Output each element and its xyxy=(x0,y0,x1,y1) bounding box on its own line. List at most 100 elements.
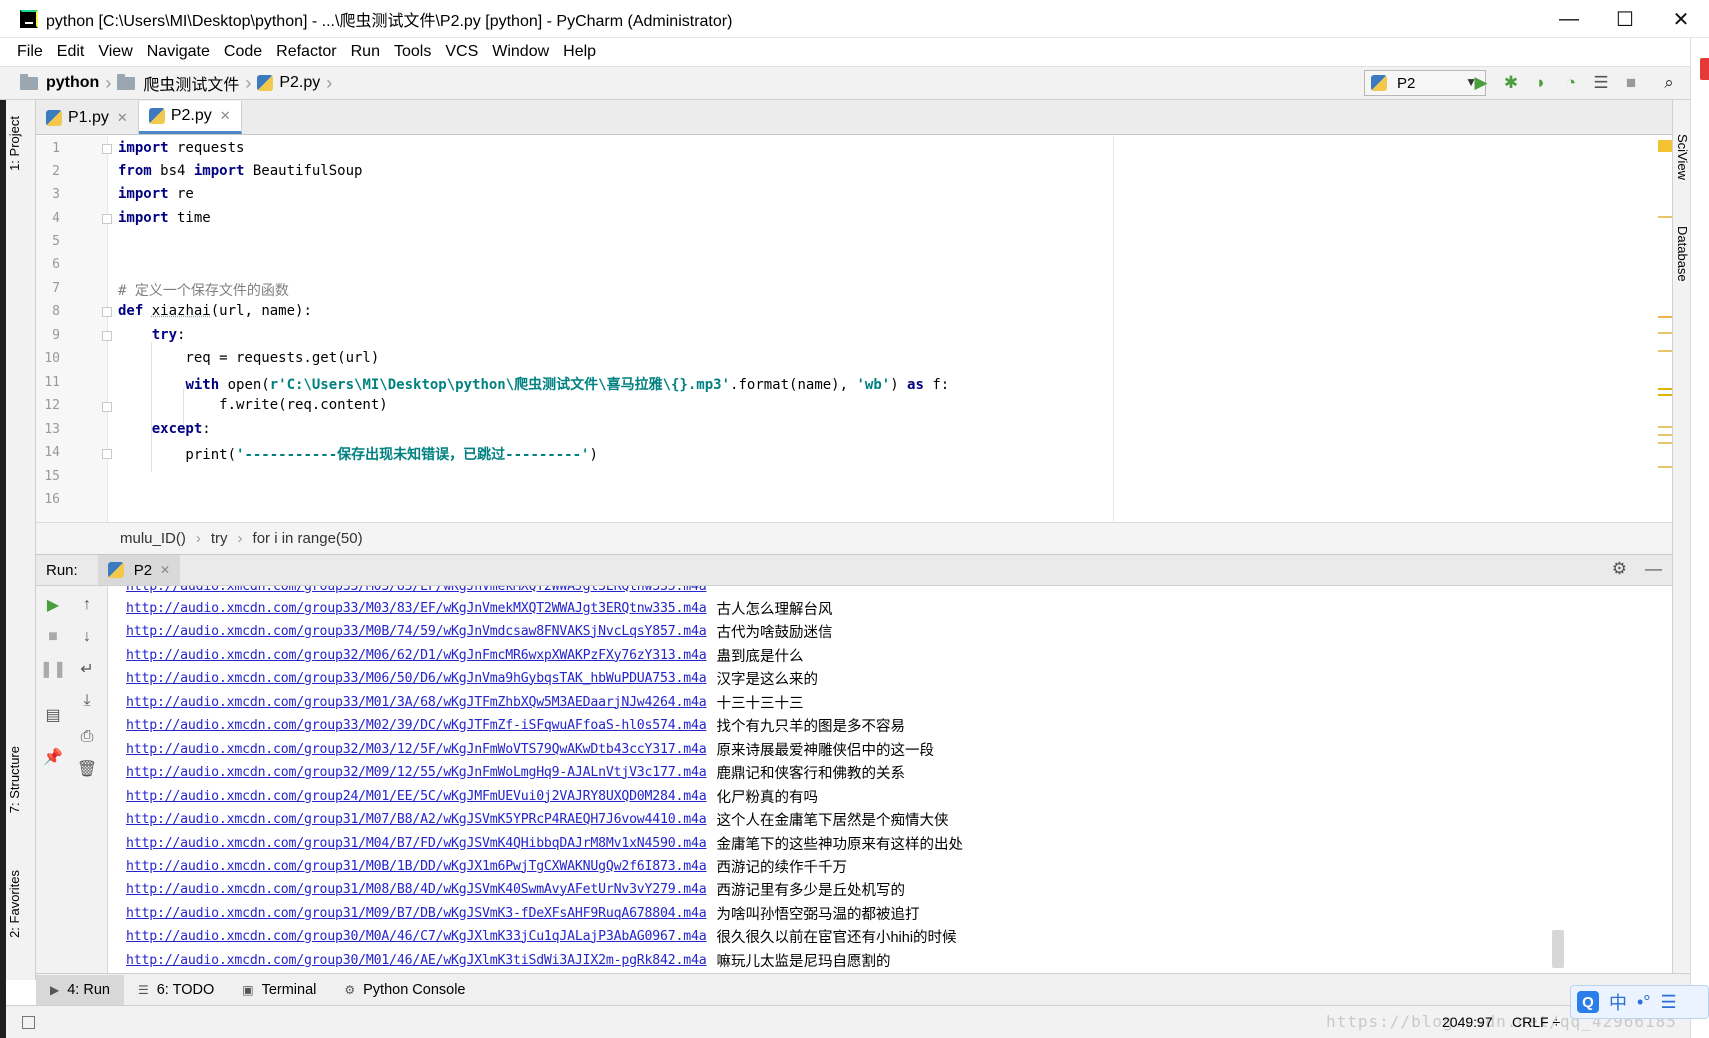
fold-marker-icon[interactable] xyxy=(102,402,112,412)
breadcrumb-function[interactable]: mulu_ID() xyxy=(120,530,186,547)
stripe-mark[interactable] xyxy=(1658,442,1672,444)
menu-view[interactable]: View xyxy=(98,43,132,61)
menu-navigate[interactable]: Navigate xyxy=(147,43,210,61)
console-link[interactable]: http://audio.xmcdn.com/group31/M0B/1B/DD… xyxy=(126,859,707,874)
console-text: 十三十三十三 xyxy=(716,695,804,712)
console-link[interactable]: http://audio.xmcdn.com/group31/M07/B8/A2… xyxy=(126,812,707,827)
console-link[interactable]: http://audio.xmcdn.com/group33/M0B/74/59… xyxy=(126,624,707,639)
console-scrollbar[interactable] xyxy=(1552,930,1564,968)
debug-icon[interactable]: ✱ xyxy=(1496,70,1526,96)
caret-position[interactable]: 2049:97 xyxy=(1442,1014,1493,1030)
fold-marker-icon[interactable] xyxy=(102,214,112,224)
bottom-tab-todo[interactable]: ☰ 6: TODO xyxy=(124,975,228,1005)
menu-file[interactable]: File xyxy=(17,43,43,61)
ime-language-toggle[interactable]: 中 xyxy=(1609,989,1627,1015)
breadcrumb-file[interactable]: P2.py xyxy=(257,74,320,92)
bottom-tab-python-console[interactable]: ⚙ Python Console xyxy=(330,975,479,1005)
menu-vcs[interactable]: VCS xyxy=(445,43,478,61)
run-tab-p2[interactable]: P2 ✕ xyxy=(97,555,181,585)
scroll-down-icon[interactable]: ↓ xyxy=(76,626,98,648)
tab-p2[interactable]: P2.py ✕ xyxy=(138,101,242,134)
ime-logo-icon[interactable]: Q xyxy=(1577,991,1599,1013)
minimize-panel-icon[interactable]: — xyxy=(1645,559,1662,579)
console-link[interactable]: http://audio.xmcdn.com/group31/M08/B8/4D… xyxy=(126,882,707,897)
menu-run[interactable]: Run xyxy=(351,43,380,61)
stripe-mark[interactable] xyxy=(1658,388,1672,390)
stripe-mark[interactable] xyxy=(1658,466,1672,468)
console-link[interactable]: http://audio.xmcdn.com/group30/M0A/46/C7… xyxy=(126,929,707,944)
concurrency-icon[interactable]: ☰ xyxy=(1586,70,1616,96)
menu-tools[interactable]: Tools xyxy=(394,43,431,61)
scroll-to-end-icon[interactable]: ⤓ xyxy=(76,690,98,712)
console-link[interactable]: http://audio.xmcdn.com/group33/M01/3A/68… xyxy=(126,695,707,710)
console-link[interactable]: http://audio.xmcdn.com/group33/M06/50/D6… xyxy=(126,671,707,686)
stripe-mark[interactable] xyxy=(1658,332,1672,334)
scroll-up-icon[interactable]: ↑ xyxy=(76,594,98,616)
search-icon[interactable]: ⌕ xyxy=(1654,70,1684,96)
stripe-mark[interactable] xyxy=(1658,394,1672,396)
stop-icon[interactable]: ■ xyxy=(42,626,64,648)
stripe-mark[interactable] xyxy=(1658,216,1672,218)
menu-help[interactable]: Help xyxy=(563,43,596,61)
tool-tab-database[interactable]: Database xyxy=(1675,226,1690,282)
console-link[interactable]: http://audio.xmcdn.com/group24/M01/EE/5C… xyxy=(126,789,707,804)
print-icon[interactable]: ⎙ xyxy=(76,726,98,748)
console-link[interactable]: http://audio.xmcdn.com/group32/M03/12/5F… xyxy=(126,742,707,757)
menu-edit[interactable]: Edit xyxy=(57,43,85,61)
console-link[interactable]: http://audio.xmcdn.com/group30/M01/46/AE… xyxy=(126,953,707,968)
ime-punctuation-toggle[interactable]: •° xyxy=(1637,992,1651,1013)
line-separator[interactable]: CRLF ÷ xyxy=(1512,1014,1560,1030)
breadcrumb-for-loop[interactable]: for i in range(50) xyxy=(253,530,363,547)
pin-icon[interactable]: 📌 xyxy=(42,746,64,768)
pause-icon[interactable]: ❚❚ xyxy=(40,658,67,680)
bottom-tab-run[interactable]: ▶ 4: Run xyxy=(36,974,124,1005)
trash-icon[interactable]: 🗑 xyxy=(76,758,98,780)
console-link[interactable]: http://audio.xmcdn.com/group32/M06/62/D1… xyxy=(126,648,707,663)
layout-icon[interactable]: ▤ xyxy=(42,704,64,726)
console-link[interactable]: http://audio.xmcdn.com/group33/M03/83/EF… xyxy=(126,601,707,616)
run-icon[interactable]: ▶ xyxy=(1466,70,1496,96)
stripe-mark[interactable] xyxy=(1658,350,1672,352)
gear-icon[interactable]: ⚙ xyxy=(1612,559,1627,579)
console-link[interactable]: http://audio.xmcdn.com/group33/M02/39/DC… xyxy=(126,718,707,733)
code-editor[interactable]: 1 2 3 4 5 6 7 8 9 10 11 12 13 14 15 16 i… xyxy=(36,136,1672,522)
stripe-mark[interactable] xyxy=(1658,316,1672,318)
tab-p1[interactable]: P1.py ✕ xyxy=(36,101,139,134)
menu-window[interactable]: Window xyxy=(492,43,549,61)
console-link[interactable]: http://audio.xmcdn.com/group31/M04/B7/FD… xyxy=(126,836,707,851)
minimize-button[interactable]: — xyxy=(1541,0,1597,38)
rerun-icon[interactable]: ▶ xyxy=(42,594,64,616)
stripe-mark[interactable] xyxy=(1658,426,1672,428)
warning-indicator-icon[interactable] xyxy=(1658,140,1672,152)
fold-marker-icon[interactable] xyxy=(102,307,112,317)
tool-tab-project[interactable]: 1: Project xyxy=(7,116,22,171)
close-tab-icon[interactable]: ✕ xyxy=(220,108,231,124)
tool-tab-sciview[interactable]: SciView xyxy=(1675,134,1690,180)
menu-refactor[interactable]: Refactor xyxy=(276,43,336,61)
tool-tab-favorites[interactable]: 2: Favorites xyxy=(7,870,22,938)
soft-wrap-icon[interactable]: ↵ xyxy=(76,658,98,680)
fold-marker-icon[interactable] xyxy=(102,144,112,154)
fold-marker-icon[interactable] xyxy=(102,449,112,459)
coverage-icon[interactable]: ◗ xyxy=(1526,70,1556,96)
profile-icon[interactable]: ◔ xyxy=(1556,70,1586,96)
breadcrumb-try[interactable]: try xyxy=(211,530,228,547)
console-link[interactable]: http://audio.xmcdn.com/group31/M09/B7/DB… xyxy=(126,906,707,921)
bottom-tab-terminal[interactable]: ▣ Terminal xyxy=(228,975,330,1005)
breadcrumb-folder-label: 爬虫测试文件 xyxy=(143,77,240,94)
close-tab-icon[interactable]: ✕ xyxy=(160,563,170,577)
menu-code[interactable]: Code xyxy=(224,43,262,61)
stop-icon[interactable]: ■ xyxy=(1616,70,1646,96)
maximize-button[interactable]: ☐ xyxy=(1597,0,1653,38)
ime-menu-icon[interactable]: ☰ xyxy=(1661,992,1677,1013)
tool-tab-structure[interactable]: 7: Structure xyxy=(7,746,22,813)
console-output[interactable]: http://audio.xmcdn.com/group33/M03/83/EF… xyxy=(108,586,1672,973)
close-button[interactable]: ✕ xyxy=(1653,0,1709,38)
close-tab-icon[interactable]: ✕ xyxy=(117,110,128,126)
breadcrumb-folder[interactable]: 爬虫测试文件 xyxy=(117,71,239,95)
breadcrumb-project[interactable]: python xyxy=(20,73,99,92)
stripe-mark[interactable] xyxy=(1658,434,1672,436)
tool-windows-toggle-icon[interactable] xyxy=(22,1016,35,1029)
fold-marker-icon[interactable] xyxy=(102,331,112,341)
console-link[interactable]: http://audio.xmcdn.com/group32/M09/12/55… xyxy=(126,765,707,780)
